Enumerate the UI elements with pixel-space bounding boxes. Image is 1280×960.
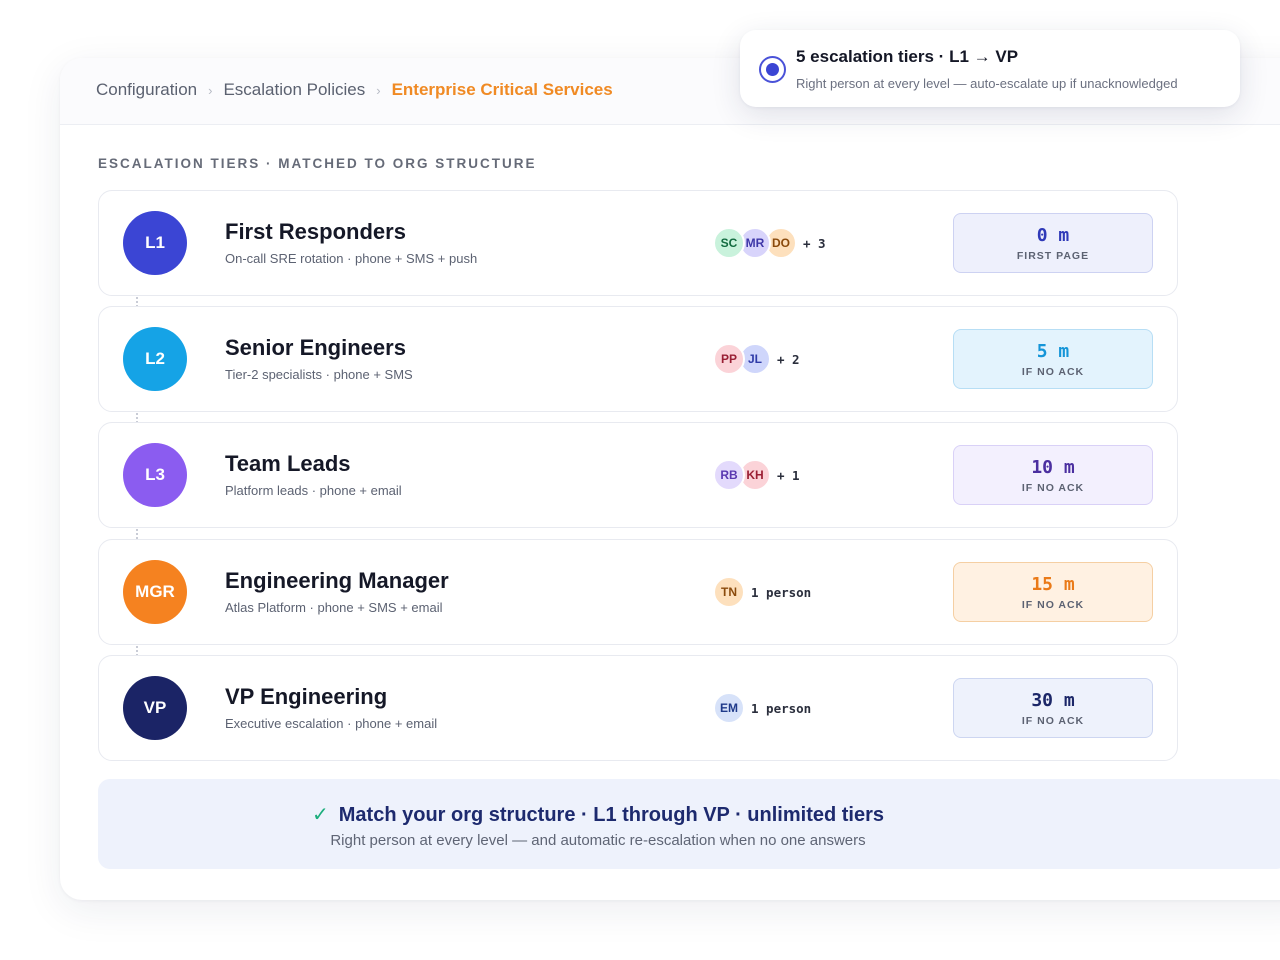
breadcrumb: Configuration › Escalation Policies › En…	[96, 80, 613, 100]
avatar[interactable]: EM	[713, 692, 745, 724]
delay-label: IF NO ACK	[1021, 482, 1085, 494]
breadcrumb-current-policy: Enterprise Critical Services	[391, 80, 613, 99]
tier-row-mgr[interactable]: MGR Engineering Manager Atlas Platform · p…	[98, 539, 1178, 645]
delay-label: IF NO ACK	[1021, 366, 1085, 378]
toast-title: 5 escalation tiers · L1 → VP	[796, 47, 1019, 66]
avatar[interactable]: SC	[713, 227, 745, 259]
tier-name: Team Leads	[225, 451, 351, 476]
tier-detail: Executive escalation · phone + email	[225, 716, 438, 731]
escalation-delay-box[interactable]: 10 m IF NO ACK	[953, 445, 1153, 505]
tier-connector	[136, 529, 138, 539]
chevron-right-icon: ›	[208, 82, 213, 98]
tier-members: PP JL + 2	[713, 343, 800, 375]
banner-title-text: Match your org structure · L1 through VP…	[338, 804, 884, 826]
tier-level-badge: VP	[123, 676, 187, 740]
tier-level-badge: L1	[123, 211, 187, 275]
member-count: + 3	[803, 235, 826, 251]
checkmark-icon: ✓	[312, 804, 329, 826]
tier-members: EM 1 person	[713, 692, 811, 724]
escalation-delay-box[interactable]: 15 m IF NO ACK	[953, 562, 1153, 622]
avatar[interactable]: TN	[713, 576, 745, 608]
radio-selected-icon[interactable]	[759, 56, 786, 83]
tier-summary-toast: 5 escalation tiers · L1 → VP Right perso…	[740, 30, 1240, 107]
section-label: ESCALATION TIERS · MATCHED TO ORG STRUCT…	[98, 156, 537, 171]
tier-row-l2[interactable]: L2 Senior Engineers Tier-2 specialists · p…	[98, 306, 1178, 412]
tier-name: VP Engineering	[225, 684, 388, 709]
tier-detail: Atlas Platform · phone + SMS + email	[225, 600, 443, 615]
tier-level-badge: L2	[123, 327, 187, 391]
tier-row-l1[interactable]: L1 First Responders On-call SRE rotation ·…	[98, 190, 1178, 296]
delay-value: 10 m	[1031, 457, 1075, 478]
member-count: + 1	[777, 467, 800, 483]
banner-subtitle: Right person at every level — and automa…	[330, 832, 866, 849]
tier-level-badge: L3	[123, 443, 187, 507]
tier-level-badge: MGR	[123, 560, 187, 624]
avatar[interactable]: RB	[713, 459, 745, 491]
member-count: 1 person	[751, 584, 812, 600]
tier-row-l3[interactable]: L3 Team Leads Platform leads · phone + ema…	[98, 422, 1178, 528]
chevron-right-icon: ›	[376, 82, 381, 98]
toast-subtitle: Right person at every level — auto-escal…	[796, 76, 1178, 91]
member-count: 1 person	[751, 700, 812, 716]
tier-name: Senior Engineers	[225, 335, 406, 360]
tier-detail: Tier-2 specialists · phone + SMS	[225, 367, 413, 382]
escalation-delay-box[interactable]: 0 m FIRST PAGE	[953, 213, 1153, 273]
org-structure-banner: ✓ Match your org structure · L1 through V…	[98, 779, 1280, 869]
escalation-delay-box[interactable]: 30 m IF NO ACK	[953, 678, 1153, 738]
delay-value: 5 m	[1036, 341, 1070, 362]
banner-title: ✓ Match your org structure · L1 through V…	[98, 802, 1098, 827]
escalation-delay-box[interactable]: 5 m IF NO ACK	[953, 329, 1153, 389]
breadcrumb-configuration[interactable]: Configuration	[96, 80, 197, 100]
tier-name: Engineering Manager	[225, 568, 449, 593]
tier-members: RB KH + 1	[713, 459, 800, 491]
avatar[interactable]: PP	[713, 343, 745, 375]
delay-value: 15 m	[1031, 574, 1075, 595]
tier-members: TN 1 person	[713, 576, 811, 608]
tier-members: SC MR DO + 3	[713, 227, 826, 259]
breadcrumb-escalation-policies[interactable]: Escalation Policies	[223, 80, 365, 100]
delay-value: 30 m	[1031, 690, 1075, 711]
delay-label: FIRST PAGE	[1016, 250, 1090, 262]
tier-detail: On-call SRE rotation · phone + SMS + pus…	[225, 251, 478, 266]
delay-label: IF NO ACK	[1021, 715, 1085, 727]
delay-value: 0 m	[1036, 225, 1070, 246]
tier-detail: Platform leads · phone + email	[225, 483, 402, 498]
tier-row-vp[interactable]: VP VP Engineering Executive escalation · p…	[98, 655, 1178, 761]
member-count: + 2	[777, 351, 800, 367]
delay-label: IF NO ACK	[1021, 599, 1085, 611]
tier-name: First Responders	[225, 219, 406, 244]
